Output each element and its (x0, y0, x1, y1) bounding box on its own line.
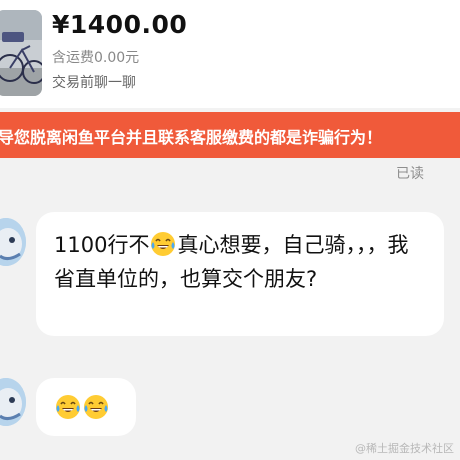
fraud-warning-banner: 导您脱离闲鱼平台并且联系客服缴费的都是诈骗行为！ (0, 112, 460, 158)
read-status: 已读 (396, 166, 424, 182)
emoji-row (54, 394, 110, 420)
price: ¥1400.00 (52, 10, 188, 39)
tears-of-joy-emoji (56, 395, 80, 419)
avatar[interactable] (0, 218, 26, 266)
message-bubble[interactable]: 1100行不 真心想要，自己骑，，，我省直单位的，也算交个朋友? (36, 212, 444, 336)
product-thumbnail[interactable] (0, 10, 42, 96)
tears-of-joy-emoji (151, 232, 176, 256)
avatar-image (0, 378, 26, 426)
bicycle-photo (0, 10, 42, 96)
shipping-fee: 含运费0.00元 (52, 50, 140, 66)
watermark: @稀土掘金技术社区 (355, 442, 454, 455)
message-text: 1100行不 真心想要，自己骑，，，我省直单位的，也算交个朋友? (54, 228, 426, 296)
tears-of-joy-emoji (84, 395, 108, 419)
avatar-image (0, 218, 26, 266)
avatar[interactable] (0, 378, 26, 426)
pre-trade-chat-link[interactable]: 交易前聊一聊 (52, 72, 136, 92)
message-bubble[interactable] (36, 378, 136, 436)
fraud-warning-text: 导您脱离闲鱼平台并且联系客服缴费的都是诈骗行为！ (0, 128, 383, 147)
product-card[interactable]: ¥1400.00 含运费0.00元 交易前聊一聊 (0, 0, 460, 108)
message-text-part: 1100行不 (54, 233, 150, 257)
